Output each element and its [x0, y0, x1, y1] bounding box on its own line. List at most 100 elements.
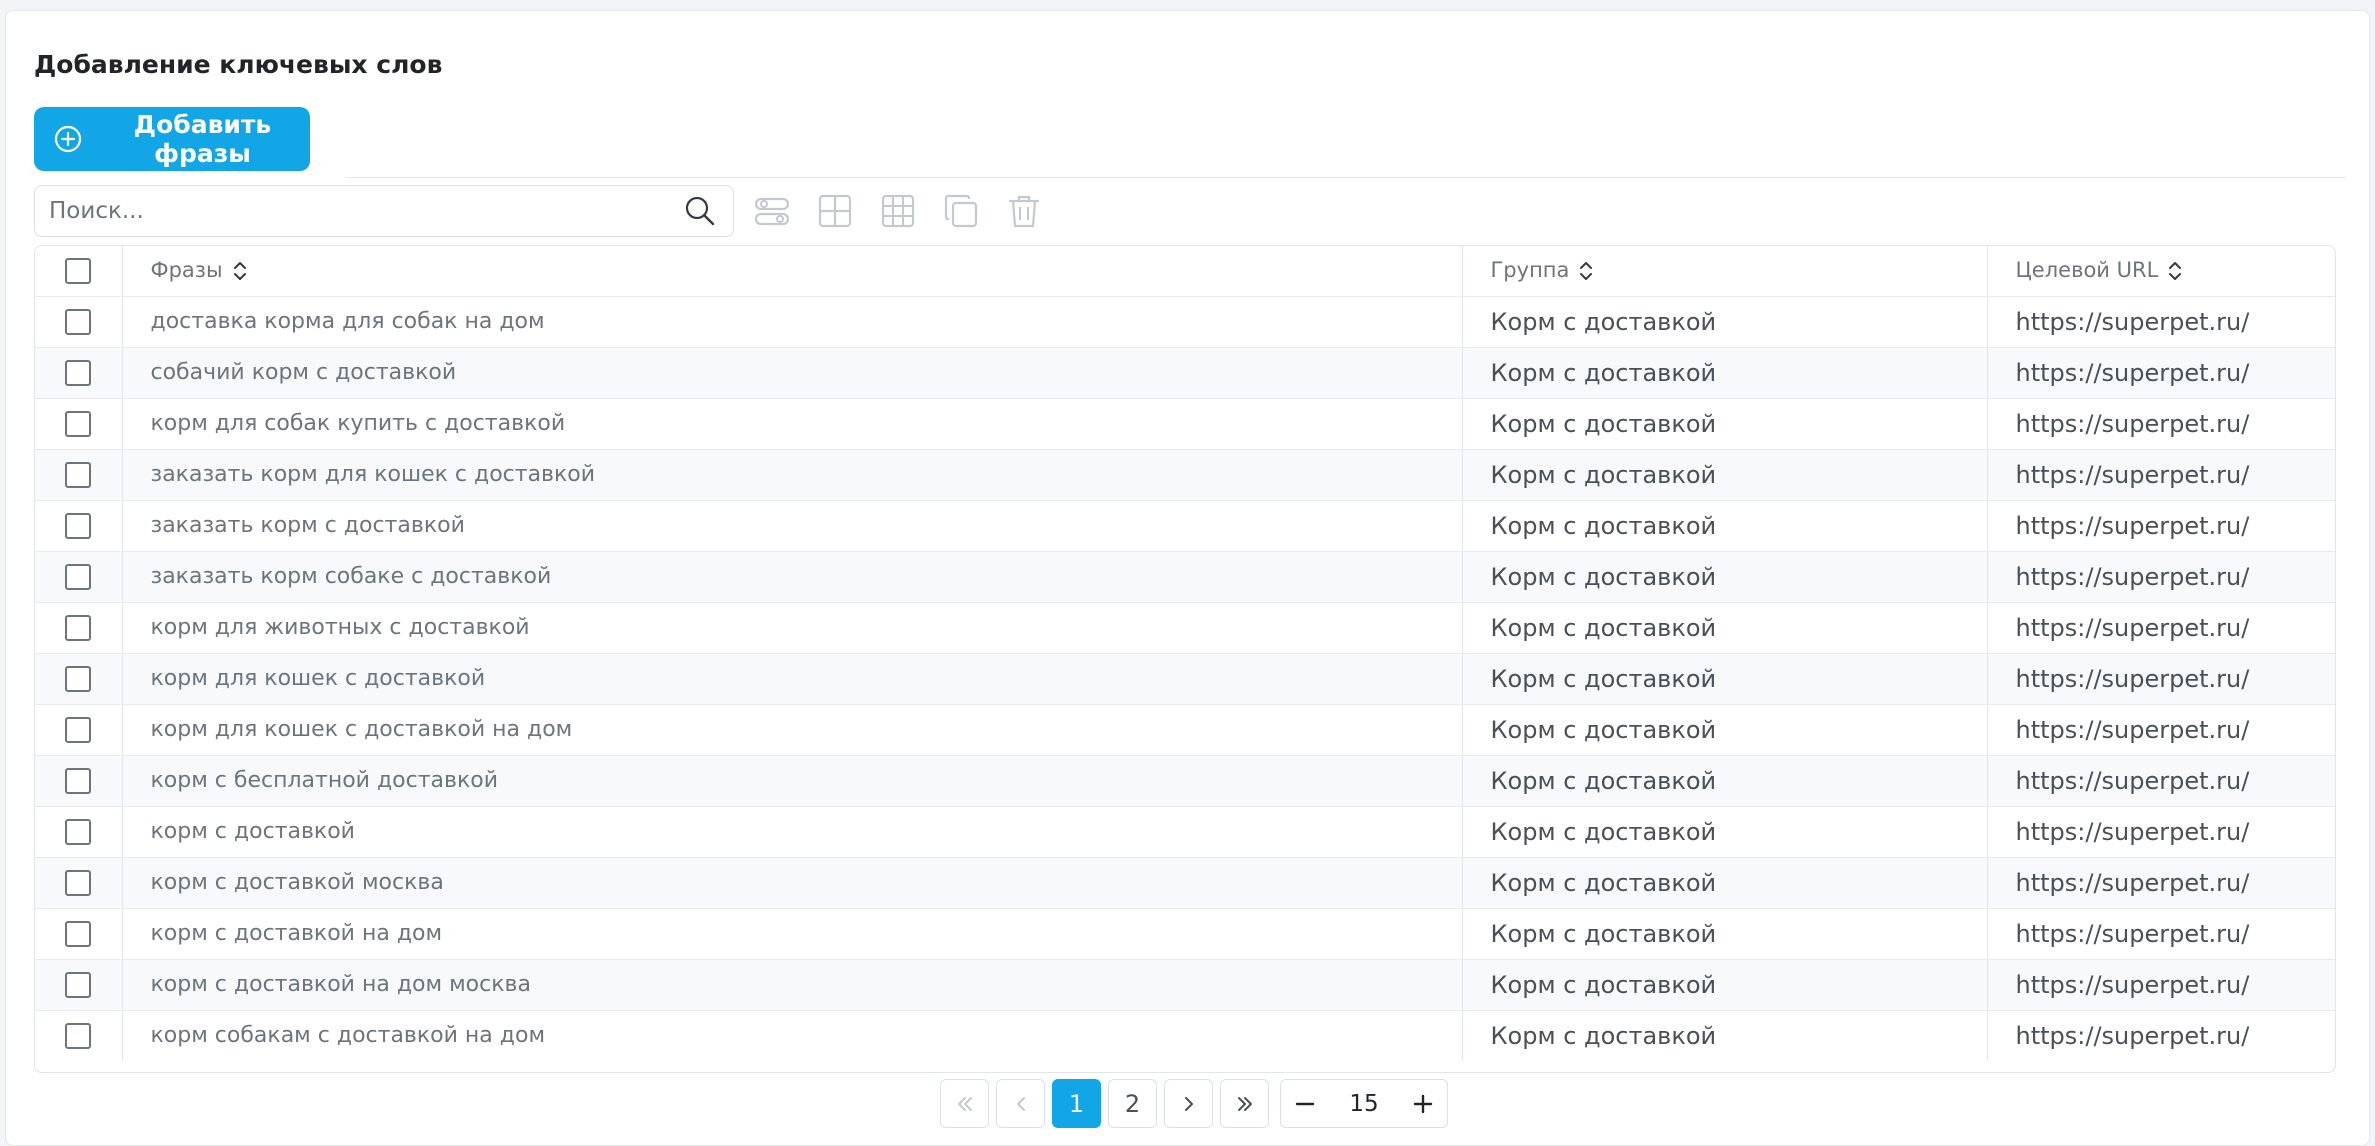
row-checkbox[interactable] [65, 818, 92, 845]
row-checkbox[interactable] [65, 410, 92, 437]
table-row[interactable]: корм собакам с доставкой на дом Корм с до… [35, 1010, 2335, 1061]
table-row[interactable]: доставка корма для собак на дом Корм с до… [35, 296, 2335, 348]
row-select-cell [35, 347, 123, 399]
url-cell: https://superpet.ru/ [1987, 704, 2335, 756]
url-cell: https://superpet.ru/ [1987, 500, 2335, 552]
row-checkbox[interactable] [65, 665, 92, 692]
phrase-cell: корм с бесплатной доставкой [122, 755, 1463, 807]
header-divider [346, 177, 2346, 178]
add-phrases-label: Добавить фразы [133, 110, 272, 168]
chevron-right-icon [1184, 1096, 1193, 1111]
table-row[interactable]: корм с доставкой Корм с доставкой https://… [35, 806, 2335, 858]
table-row[interactable]: заказать корм с доставкой Корм с доставко… [35, 500, 2335, 552]
phrase-cell: корм для животных с доставкой [122, 602, 1463, 654]
url-cell: https://superpet.ru/ [1987, 551, 2335, 603]
row-checkbox[interactable] [65, 971, 92, 998]
phrase-cell: корм для кошек с доставкой [122, 653, 1463, 705]
row-checkbox[interactable] [65, 920, 92, 947]
keywords-panel: Добавление ключевых слов Добавить фразы [5, 10, 2370, 1146]
group-cell: Корм с доставкой [1462, 398, 1988, 450]
row-checkbox[interactable] [65, 563, 92, 590]
grid-2x2-icon[interactable] [817, 193, 853, 229]
group-cell: Корм с доставкой [1462, 296, 1988, 348]
group-cell: Корм с доставкой [1462, 653, 1988, 705]
table-row[interactable]: корм для собак купить с доставкой Корм с … [35, 398, 2335, 450]
row-select-cell [35, 1010, 123, 1061]
plus-circle-icon [54, 125, 82, 153]
sort-icon[interactable] [1577, 259, 1595, 283]
phrase-cell: корм с доставкой москва [122, 857, 1463, 909]
search-field [34, 185, 734, 237]
url-cell: https://superpet.ru/ [2015, 1021, 2250, 1050]
sort-icon[interactable] [2166, 259, 2184, 283]
group-cell: Корм с доставкой [1462, 602, 1988, 654]
search-icon[interactable] [683, 194, 717, 228]
row-checkbox[interactable] [65, 461, 92, 488]
column-header-url[interactable]: Целевой URL [1987, 246, 2335, 297]
phrase-cell: доставка корма для собак на дом [122, 296, 1463, 348]
search-input[interactable] [35, 186, 683, 236]
prev-page-button[interactable] [996, 1079, 1045, 1128]
chevron-left-icon [1016, 1096, 1025, 1111]
add-phrases-button[interactable]: Добавить фразы [34, 107, 310, 171]
row-checkbox[interactable] [65, 1023, 92, 1049]
group-cell: Корм с доставкой [1462, 551, 1988, 603]
group-cell: Корм с доставкой [1462, 1010, 1988, 1061]
table-toolbar [754, 193, 1042, 229]
url-cell: https://superpet.ru/ [1987, 449, 2335, 501]
group-cell: Корм с доставкой [1462, 959, 1988, 1011]
column-header-phrase[interactable]: Фразы [122, 246, 1463, 297]
row-checkbox[interactable] [65, 512, 92, 539]
next-page-button[interactable] [1164, 1079, 1213, 1128]
row-select-cell [35, 908, 123, 960]
trash-icon[interactable] [1006, 193, 1042, 229]
phrase-cell: заказать корм собаке с доставкой [122, 551, 1463, 603]
row-select-cell [35, 704, 123, 756]
toggles-icon[interactable] [754, 193, 790, 229]
group-cell: Корм с доставкой [1462, 449, 1988, 501]
select-all-checkbox[interactable] [65, 257, 92, 284]
phrase-cell: корм с доставкой на дом москва [122, 959, 1463, 1011]
row-checkbox[interactable] [65, 716, 92, 743]
url-cell: https://superpet.ru/ [1987, 959, 2335, 1011]
table-row[interactable]: корм с доставкой на дом москва Корм с дос… [35, 959, 2335, 1011]
row-checkbox[interactable] [65, 767, 92, 794]
copy-icon[interactable] [943, 193, 979, 229]
last-page-button[interactable] [1220, 1079, 1269, 1128]
table-row[interactable]: заказать корм для кошек с доставкой Корм … [35, 449, 2335, 501]
phrase-cell: заказать корм для кошек с доставкой [122, 449, 1463, 501]
page-button-2[interactable]: 2 [1108, 1079, 1157, 1128]
column-header-group[interactable]: Группа [1462, 246, 1988, 297]
table-row[interactable]: корм для кошек с доставкой на дом Корм с … [35, 704, 2335, 756]
first-page-button[interactable] [940, 1079, 989, 1128]
row-checkbox[interactable] [65, 359, 92, 386]
table-row[interactable]: собачий корм с доставкой Корм с доставкой… [35, 347, 2335, 399]
row-checkbox[interactable] [65, 614, 92, 641]
table-row[interactable]: заказать корм собаке с доставкой Корм с д… [35, 551, 2335, 603]
grid-3x3-icon[interactable] [880, 193, 916, 229]
row-checkbox[interactable] [65, 869, 92, 896]
url-cell: https://superpet.ru/ [1987, 653, 2335, 705]
page-button-1[interactable]: 1 [1052, 1079, 1101, 1128]
table-row[interactable]: корм с бесплатной доставкой Корм с достав… [35, 755, 2335, 807]
phrase-cell: собачий корм с доставкой [122, 347, 1463, 399]
table-row[interactable]: корм с доставкой москва Корм с доставкой h… [35, 857, 2335, 909]
row-select-cell [35, 449, 123, 501]
pagination: 1 2 15 [940, 1079, 1448, 1128]
row-select-cell [35, 500, 123, 552]
page-title: Добавление ключевых слов [34, 50, 443, 79]
page-size-value[interactable]: 15 [1349, 1091, 1378, 1117]
row-checkbox[interactable] [65, 308, 92, 335]
phrase-cell: корм для кошек с доставкой на дом [122, 704, 1463, 756]
minus-icon[interactable] [1291, 1090, 1319, 1118]
url-cell: https://superpet.ru/ [1987, 347, 2335, 399]
sort-icon[interactable] [231, 259, 249, 283]
plus-icon[interactable] [1409, 1090, 1437, 1118]
row-select-cell [35, 857, 123, 909]
phrases-table: Фразы Группа Целевой URL доставка корма … [34, 245, 2336, 1073]
column-header-url-label: Целевой URL [2015, 258, 2159, 283]
table-row[interactable]: корм с доставкой на дом Корм с доставкой h… [35, 908, 2335, 960]
group-cell: Корм с доставкой [1462, 704, 1988, 756]
table-row[interactable]: корм для кошек с доставкой Корм с доставк… [35, 653, 2335, 705]
table-row[interactable]: корм для животных с доставкой Корм с дост… [35, 602, 2335, 654]
